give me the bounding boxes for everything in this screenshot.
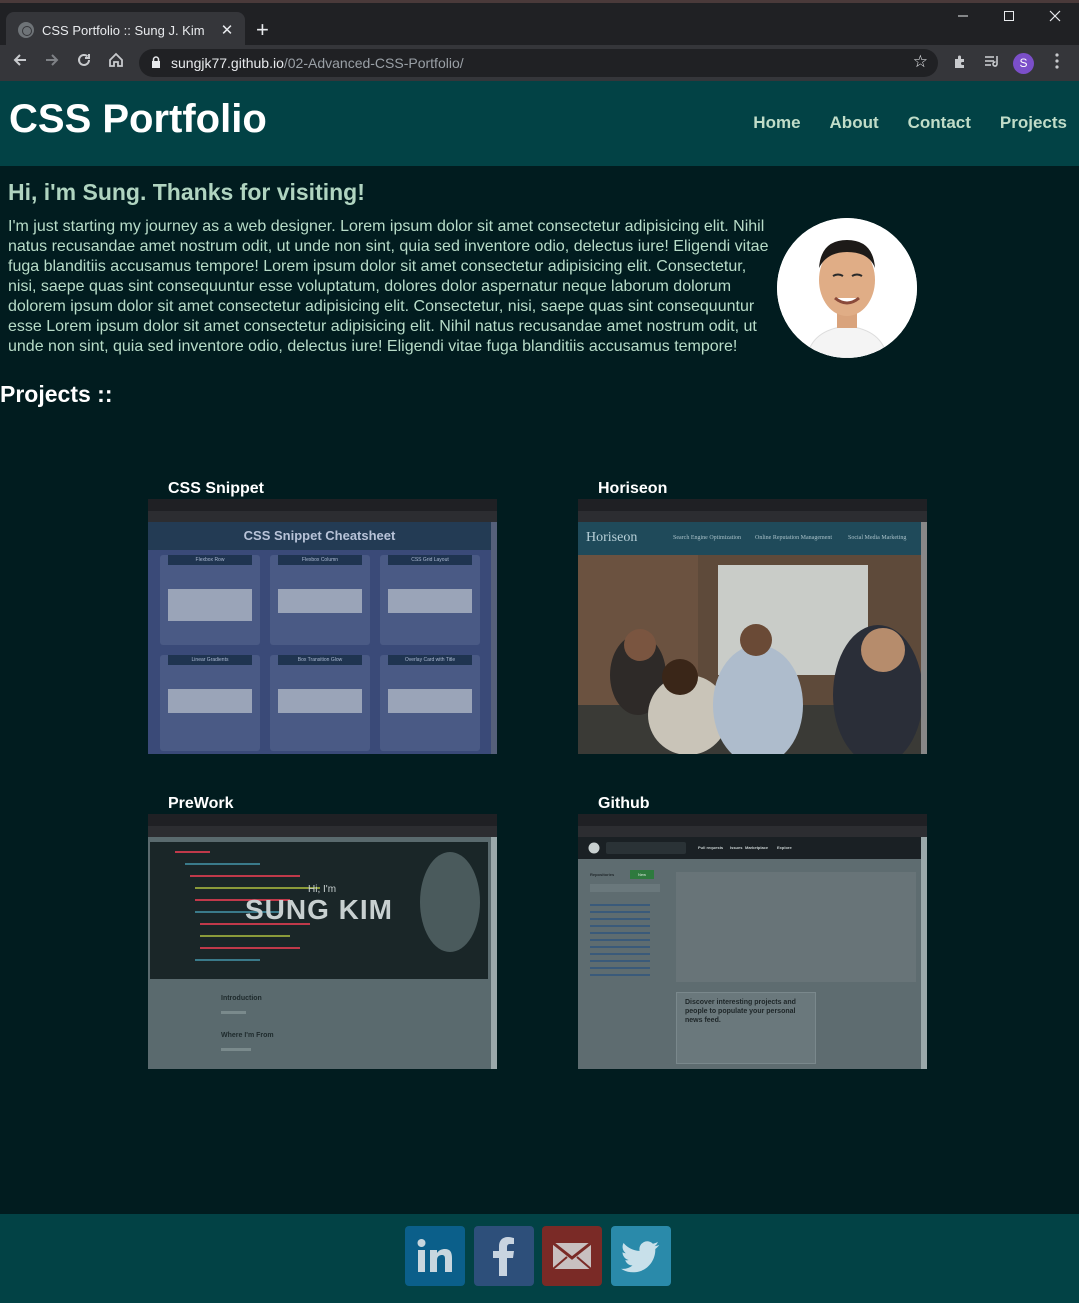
nav-home-link[interactable]: Home xyxy=(753,113,800,133)
team-meeting-photo xyxy=(578,555,921,754)
browser-toolbar: sungjk77.github.io/02-Advanced-CSS-Portf… xyxy=(0,45,1079,81)
thumb-hero: Hi, I'm SUNG KIM xyxy=(150,842,488,979)
reload-icon[interactable] xyxy=(71,50,97,76)
address-bar[interactable]: sungjk77.github.io/02-Advanced-CSS-Portf… xyxy=(139,49,938,77)
new-tab-button[interactable]: + xyxy=(256,17,269,43)
thumb-card: Box Transition Glow xyxy=(270,655,370,751)
thumb-github-header: Pull requests Issues Marketplace Explore xyxy=(578,837,921,859)
tab-title: CSS Portfolio :: Sung J. Kim xyxy=(42,22,205,38)
thumb-section-intro: Introduction xyxy=(221,995,262,1002)
nav-contact-link[interactable]: Contact xyxy=(908,113,971,133)
thumb-repositories-label: Repositories xyxy=(590,872,615,877)
twitter-icon[interactable] xyxy=(611,1226,671,1286)
thumb-navbar: Horiseon Search Engine Optimization Onli… xyxy=(578,522,921,555)
linkedin-icon[interactable] xyxy=(405,1226,465,1286)
thumb-card: Flexbox Row xyxy=(160,555,260,645)
url-path: /02-Advanced-CSS-Portfolio/ xyxy=(283,55,464,71)
project-title-github[interactable]: Github xyxy=(598,795,650,813)
thumb-discover-text: Discover interesting projects and people… xyxy=(685,999,796,1024)
project-thumb-css-snippet[interactable]: CSS Snippet Cheatsheet Flexbox Row Flexb… xyxy=(148,499,497,754)
project-thumb-github[interactable]: Pull requests Issues Marketplace Explore… xyxy=(578,814,927,1069)
site-header: CSS Portfolio Home About Contact Project… xyxy=(0,81,1079,166)
site-footer xyxy=(0,1214,1079,1303)
thumb-browser-bar xyxy=(148,499,497,511)
thumb-new-button: New xyxy=(630,870,654,879)
thumb-card: Linear Gradients xyxy=(160,655,260,751)
project-thumb-horiseon[interactable]: Horiseon Search Engine Optimization Onli… xyxy=(578,499,927,754)
globe-icon xyxy=(18,22,34,38)
project-title-horiseon[interactable]: Horiseon xyxy=(598,480,667,498)
site-title: CSS Portfolio xyxy=(9,97,267,141)
home-icon[interactable] xyxy=(103,50,129,76)
thumb-scrollbar xyxy=(491,522,497,754)
media-control-icon[interactable] xyxy=(979,50,1005,76)
maximize-icon[interactable] xyxy=(986,9,1032,27)
back-icon[interactable] xyxy=(7,50,33,76)
email-icon[interactable] xyxy=(542,1226,602,1286)
thumb-heading: CSS Snippet Cheatsheet xyxy=(148,522,491,550)
projects-heading: Projects :: xyxy=(0,381,113,407)
main-nav: Home About Contact Projects xyxy=(753,113,1067,133)
bookmark-star-icon[interactable]: ☆ xyxy=(913,52,928,72)
thumb-card: CSS Grid Layout xyxy=(380,555,480,645)
browser-tab-strip: CSS Portfolio :: Sung J. Kim ✕ + xyxy=(0,0,1079,48)
browser-tab[interactable]: CSS Portfolio :: Sung J. Kim ✕ xyxy=(6,12,245,48)
profile-photo xyxy=(777,218,917,358)
thumb-section-from: Where I'm From xyxy=(221,1032,274,1039)
project-title-prework[interactable]: PreWork xyxy=(168,795,234,813)
about-heading: Hi, i'm Sung. Thanks for visiting! xyxy=(8,179,365,205)
forward-icon[interactable] xyxy=(39,50,65,76)
minimize-icon[interactable] xyxy=(940,9,986,27)
profile-avatar[interactable]: S xyxy=(1013,53,1034,74)
nav-about-link[interactable]: About xyxy=(830,113,879,133)
project-title-css-snippet[interactable]: CSS Snippet xyxy=(168,480,264,498)
thumb-card: Flexbox Column xyxy=(270,555,370,645)
close-window-icon[interactable] xyxy=(1032,9,1078,27)
project-thumb-prework[interactable]: Hi, I'm SUNG KIM Introduction Where I'm … xyxy=(148,814,497,1069)
tab-close-icon[interactable]: ✕ xyxy=(215,21,239,39)
url-host: sungjk77.github.io xyxy=(171,55,284,71)
nav-projects-link[interactable]: Projects xyxy=(1000,113,1067,133)
lock-icon xyxy=(151,55,161,71)
facebook-icon[interactable] xyxy=(474,1226,534,1286)
about-text: I'm just starting my journey as a web de… xyxy=(8,218,769,355)
thumb-card: Overlay Card with Title xyxy=(380,655,480,751)
extensions-icon[interactable] xyxy=(947,50,973,76)
thumb-address-bar xyxy=(148,511,497,522)
menu-kebab-icon[interactable] xyxy=(1044,50,1070,76)
